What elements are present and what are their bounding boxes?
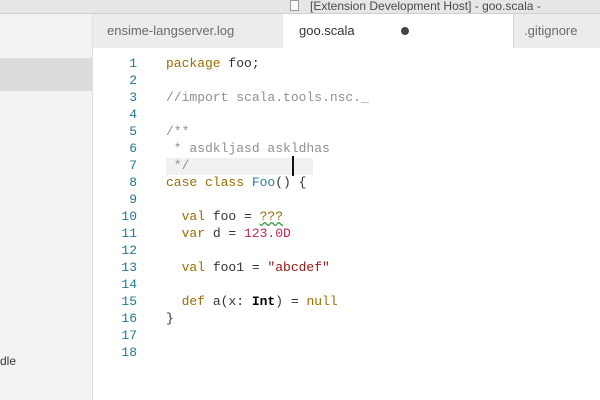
- sidebar-item-label[interactable]: dle: [0, 354, 16, 368]
- line-number: 7: [129, 158, 137, 173]
- code-token: () {: [275, 175, 307, 190]
- code-token: def: [166, 294, 213, 309]
- code-text: case class Foo() {: [166, 174, 306, 191]
- code-token: }: [166, 311, 174, 326]
- line-number: 8: [129, 175, 137, 190]
- code-token: foo =: [212, 209, 260, 224]
- code-token: * asdkljasd askldhas: [166, 141, 330, 156]
- tab-label: goo.scala: [299, 23, 355, 38]
- code-token: //import scala.tools.nsc._: [166, 90, 369, 105]
- code-line[interactable]: 16}: [93, 310, 600, 327]
- code-token: Foo: [251, 175, 276, 190]
- code-line[interactable]: 9: [93, 191, 600, 208]
- code-line[interactable]: 7 */: [93, 157, 600, 174]
- code-line[interactable]: 3 //import scala.tools.nsc._: [93, 89, 600, 106]
- line-number: 5: [129, 124, 137, 139]
- code-token: case class: [166, 175, 252, 190]
- code-token: package: [166, 56, 221, 71]
- code-token: Int: [251, 294, 276, 309]
- code-line[interactable]: 18: [93, 344, 600, 361]
- code-text: def a(x: Int) = null: [166, 293, 338, 310]
- line-number: 17: [121, 328, 137, 343]
- code-line[interactable]: 8 case class Foo() {: [93, 174, 600, 191]
- code-text: package foo;: [166, 55, 260, 72]
- code-line[interactable]: 17: [93, 327, 600, 344]
- code-token: val: [166, 209, 213, 224]
- code-line[interactable]: 10 val foo = ???: [93, 208, 600, 225]
- code-line[interactable]: 2: [93, 72, 600, 89]
- code-token: a(x:: [212, 294, 252, 309]
- line-number: 11: [121, 226, 137, 241]
- document-icon: [290, 0, 299, 11]
- code-token: "abcdef": [267, 260, 330, 275]
- code-line[interactable]: 13 val foo1 = "abcdef": [93, 259, 600, 276]
- code-text: val foo1 = "abcdef": [166, 259, 330, 276]
- window-title: [Extension Development Host] - goo.scala…: [310, 0, 541, 13]
- code-line[interactable]: 4: [93, 106, 600, 123]
- line-number: 2: [129, 73, 137, 88]
- code-text: var d = 123.0D: [166, 225, 291, 242]
- code-token: /**: [166, 124, 190, 139]
- code-line[interactable]: 11 var d = 123.0D: [93, 225, 600, 242]
- code-text: }: [166, 310, 174, 327]
- code-token: */: [166, 158, 190, 173]
- sidebar: dle: [0, 14, 93, 400]
- unsaved-changes-dot-icon[interactable]: [401, 27, 409, 35]
- tab-ensime-langserver-log[interactable]: ensime-langserver.log: [93, 14, 283, 48]
- code-token: foo;: [220, 56, 260, 71]
- code-line[interactable]: 1 package foo;: [93, 55, 600, 72]
- code-line[interactable]: 15 def a(x: Int) = null: [93, 293, 600, 310]
- line-number: 10: [121, 209, 137, 224]
- line-number: 4: [129, 107, 137, 122]
- tab-label: .gitignore: [524, 23, 578, 38]
- code-token: ???: [259, 209, 284, 224]
- code-token: var: [166, 226, 213, 241]
- code-text: //import scala.tools.nsc._: [166, 89, 369, 106]
- tab-goo-scala[interactable]: goo.scala: [283, 14, 513, 48]
- code-token: 123.0D: [244, 226, 291, 241]
- line-number: 9: [129, 192, 137, 207]
- line-number: 14: [121, 277, 137, 292]
- code-text: * asdkljasd askldhas: [166, 140, 330, 157]
- line-number: 18: [121, 345, 137, 360]
- editor-tab-bar: ensime-langserver.log goo.scala .gitigno…: [93, 14, 600, 48]
- code-text: val foo = ???: [166, 208, 283, 225]
- code-line[interactable]: 6 * asdkljasd askldhas: [93, 140, 600, 157]
- line-number: 1: [129, 56, 137, 71]
- line-number: 12: [121, 243, 137, 258]
- code-line[interactable]: 5 /**: [93, 123, 600, 140]
- tab-label: ensime-langserver.log: [107, 23, 235, 38]
- line-number: 13: [121, 260, 137, 275]
- code-line[interactable]: 14: [93, 276, 600, 293]
- line-number: 16: [121, 311, 137, 326]
- line-number: 3: [129, 90, 137, 105]
- line-number: 15: [121, 294, 137, 309]
- code-editor[interactable]: 1 package foo; 2 3 //import scala.tools.nsc.…: [93, 48, 600, 400]
- code-text: */: [166, 157, 190, 174]
- line-number: 6: [129, 141, 137, 156]
- code-token: val: [166, 260, 213, 275]
- window-title-bar: [Extension Development Host] - goo.scala…: [0, 0, 600, 14]
- code-line[interactable]: 12: [93, 242, 600, 259]
- code-token: ) =: [275, 294, 307, 309]
- code-text: /**: [166, 123, 189, 140]
- code-token: null: [306, 294, 338, 309]
- code-token: d =: [212, 226, 245, 241]
- tab-gitignore[interactable]: .gitignore: [513, 14, 600, 48]
- sidebar-selected-item[interactable]: [0, 58, 92, 91]
- code-token: foo1 =: [212, 260, 268, 275]
